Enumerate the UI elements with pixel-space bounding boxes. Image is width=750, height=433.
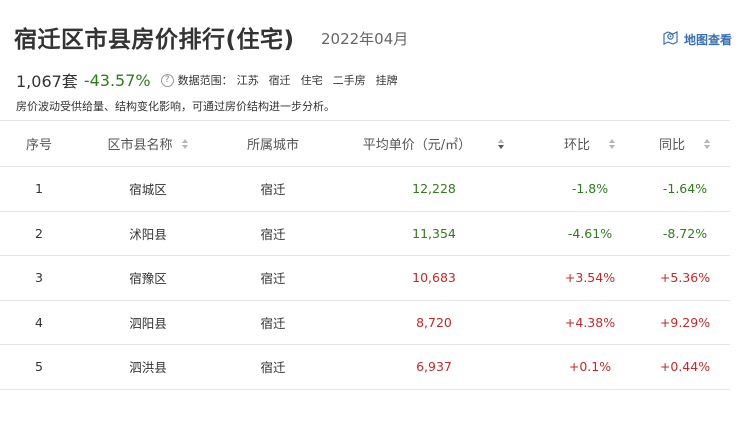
sort-icon[interactable] [608,138,616,150]
note-text: 房价波动受供给量、结构变化影响，可通过房价结构进一步分析。 [16,100,335,113]
page-title: 宿迁区市县房价排行(住宅) [14,27,295,53]
col-yoy-header[interactable]: 同比 [640,134,730,153]
city-cell: 宿迁 [260,360,286,376]
map-link-label: 地图查看 [683,32,732,47]
summary-bar: 1,067套 -43.57% ? 数据范围： 江苏 宿迁 住宅 二手房 挂牌 [16,69,398,92]
mom-cell: +0.1% [568,359,612,375]
district-name-cell[interactable]: 宿豫区 [78,268,218,287]
rank-cell: 2 [35,225,43,241]
filter-source: 挂牌 [375,74,398,87]
price-cell: 12,228 [412,181,456,197]
sort-icon[interactable] [703,138,711,150]
mom-cell: -1.8% [571,181,609,197]
table-header: 序号 区市县名称 所属城市 平均单价（元/㎡） 环比 同比 [0,120,730,167]
yoy-cell: +5.36% [659,270,711,286]
filter-market: 二手房 [332,74,366,87]
price-cell: 6,937 [416,359,452,375]
map-view-link[interactable]: 地图查看 [662,29,732,49]
rank-cell: 4 [35,314,43,330]
filter-property-type: 住宅 [300,74,323,87]
col-name-header[interactable]: 区市县名称 [78,134,218,153]
data-range-label: 数据范围： [177,74,233,87]
yoy-cell: -8.72% [662,225,708,241]
district-name-cell[interactable]: 泗洪县 [78,357,218,376]
yoy-cell: -1.64% [662,181,708,197]
col-yoy-label: 同比 [658,138,685,153]
col-name-label: 区市县名称 [107,138,173,153]
table-row[interactable]: 4 泗阳县 宿迁 8,720 +4.38% +9.29% [0,301,730,345]
price-cell: 11,354 [412,225,456,241]
district-name-cell[interactable]: 泗阳县 [78,313,218,332]
filter-province: 江苏 [236,74,259,87]
col-mom-header[interactable]: 环比 [540,134,640,153]
page-header: 宿迁区市县房价排行(住宅) 2022年04月 地图查看 [14,18,732,53]
city-cell: 宿迁 [260,315,286,331]
rank-cell: 5 [35,359,43,375]
col-price-header[interactable]: 平均单价（元/㎡） [328,134,540,153]
map-pin-icon [662,29,684,49]
city-cell: 宿迁 [260,226,286,242]
rank-cell: 3 [35,270,43,286]
col-city-label: 所属城市 [246,138,299,153]
city-cell: 宿迁 [260,271,286,287]
mom-cell: +4.38% [564,314,616,330]
col-mom-label: 环比 [563,138,590,153]
col-rank-label: 序号 [25,138,52,153]
col-price-label: 平均单价（元/㎡） [362,138,472,153]
table-row[interactable]: 2 沭阳县 宿迁 11,354 -4.61% -8.72% [0,212,730,256]
table-row[interactable]: 1 宿城区 宿迁 12,228 -1.8% -1.64% [0,167,730,212]
col-rank-header: 序号 [0,134,78,153]
question-icon[interactable]: ? [160,73,174,87]
mom-cell: +3.54% [564,270,616,286]
price-cell: 8,720 [416,314,452,330]
listing-change: -43.57% [83,70,151,90]
city-cell: 宿迁 [260,182,286,198]
ranking-table: 序号 区市县名称 所属城市 平均单价（元/㎡） 环比 同比 1 宿城区 宿迁 1… [0,120,730,390]
period-label: 2022年04月 [321,30,409,48]
mom-cell: -4.61% [567,225,613,241]
yoy-cell: +9.29% [659,314,711,330]
listing-count: 1,067套 [16,72,78,91]
rank-cell: 1 [35,181,43,197]
district-name-cell[interactable]: 沭阳县 [78,224,218,243]
filter-city: 宿迁 [268,74,291,87]
sort-icon[interactable] [181,138,189,150]
district-name-cell[interactable]: 宿城区 [78,179,218,198]
col-city-header: 所属城市 [218,134,328,153]
yoy-cell: +0.44% [659,359,711,375]
table-row[interactable]: 3 宿豫区 宿迁 10,683 +3.54% +5.36% [0,256,730,301]
price-cell: 10,683 [412,270,456,286]
sort-desc-icon[interactable] [497,138,505,150]
table-row[interactable]: 5 泗洪县 宿迁 6,937 +0.1% +0.44% [0,345,730,390]
